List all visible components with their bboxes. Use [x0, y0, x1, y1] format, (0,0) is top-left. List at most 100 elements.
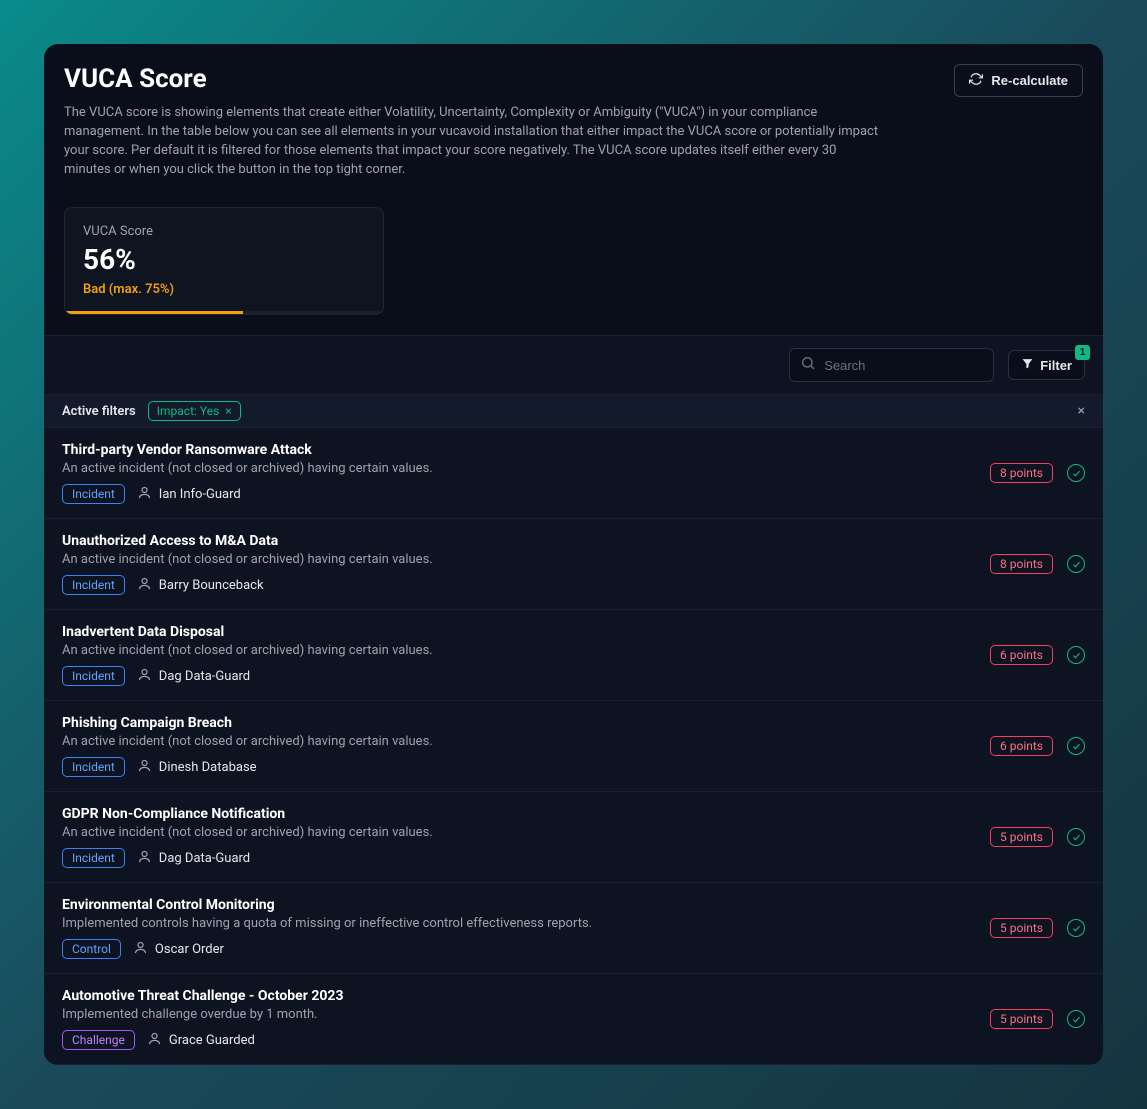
person-name: Oscar Order	[155, 942, 224, 957]
row-description: Implemented challenge overdue by 1 month…	[62, 1007, 990, 1022]
row-person: Oscar Order	[133, 940, 224, 959]
table-row[interactable]: Unauthorized Access to M&A Data An activ…	[44, 519, 1103, 610]
row-description: An active incident (not closed or archiv…	[62, 825, 990, 840]
person-name: Barry Bounceback	[159, 578, 264, 593]
header-left: VUCA Score The VUCA score is showing ele…	[64, 64, 954, 179]
row-meta: Control Oscar Order	[62, 939, 990, 959]
row-person: Grace Guarded	[147, 1031, 255, 1050]
person-icon	[147, 1031, 162, 1050]
points-chip: 5 points	[990, 827, 1053, 847]
person-name: Dinesh Database	[159, 760, 257, 775]
search-input-wrap[interactable]	[789, 348, 994, 382]
person-icon	[137, 576, 152, 595]
filter-chip-impact[interactable]: Impact: Yes ×	[148, 401, 241, 421]
row-person: Dinesh Database	[137, 758, 257, 777]
row-description: An active incident (not closed or archiv…	[62, 734, 990, 749]
points-chip: 6 points	[990, 645, 1053, 665]
person-icon	[137, 667, 152, 686]
table-toolbar: Filter 1	[44, 336, 1103, 394]
status-check-icon[interactable]	[1067, 737, 1085, 755]
person-name: Dag Data-Guard	[159, 851, 250, 866]
rows-container: Third-party Vendor Ransomware Attack An …	[44, 428, 1103, 1065]
status-check-icon[interactable]	[1067, 464, 1085, 482]
row-meta: Challenge Grace Guarded	[62, 1030, 990, 1050]
row-meta: Incident Barry Bounceback	[62, 575, 990, 595]
filter-label: Filter	[1040, 358, 1072, 373]
score-label: VUCA Score	[83, 224, 365, 239]
search-input[interactable]	[824, 358, 983, 373]
row-left: GDPR Non-Compliance Notification An acti…	[62, 806, 990, 868]
filter-button[interactable]: Filter 1	[1008, 350, 1085, 380]
score-progress-fill	[65, 311, 243, 314]
row-person: Dag Data-Guard	[137, 667, 250, 686]
type-chip: Challenge	[62, 1030, 135, 1050]
row-person: Dag Data-Guard	[137, 849, 250, 868]
row-title: Environmental Control Monitoring	[62, 897, 990, 913]
row-title: Phishing Campaign Breach	[62, 715, 990, 731]
points-chip: 5 points	[990, 918, 1053, 938]
row-person: Ian Info-Guard	[137, 485, 241, 504]
row-right: 5 points	[990, 918, 1085, 938]
table-row[interactable]: Phishing Campaign Breach An active incid…	[44, 701, 1103, 792]
row-left: Automotive Threat Challenge - October 20…	[62, 988, 990, 1050]
header-row: VUCA Score The VUCA score is showing ele…	[44, 64, 1103, 179]
status-check-icon[interactable]	[1067, 555, 1085, 573]
points-chip: 6 points	[990, 736, 1053, 756]
score-status: Bad (max. 75%)	[83, 282, 365, 297]
search-icon	[800, 355, 816, 375]
table-row[interactable]: Third-party Vendor Ransomware Attack An …	[44, 428, 1103, 519]
type-chip: Incident	[62, 666, 125, 686]
row-meta: Incident Ian Info-Guard	[62, 484, 990, 504]
vuca-score-card: VUCA Score 56% Bad (max. 75%)	[64, 207, 384, 315]
active-filters-label: Active filters	[62, 404, 136, 419]
row-title: Third-party Vendor Ransomware Attack	[62, 442, 990, 458]
page-description: The VUCA score is showing elements that …	[64, 104, 884, 179]
row-title: Unauthorized Access to M&A Data	[62, 533, 990, 549]
row-description: Implemented controls having a quota of m…	[62, 916, 990, 931]
row-right: 6 points	[990, 645, 1085, 665]
active-filters-left: Active filters Impact: Yes ×	[62, 401, 241, 421]
status-check-icon[interactable]	[1067, 919, 1085, 937]
person-name: Ian Info-Guard	[159, 487, 241, 502]
score-progress-track	[65, 311, 383, 314]
table-row[interactable]: GDPR Non-Compliance Notification An acti…	[44, 792, 1103, 883]
row-left: Environmental Control Monitoring Impleme…	[62, 897, 990, 959]
row-description: An active incident (not closed or archiv…	[62, 461, 990, 476]
person-icon	[137, 758, 152, 777]
table-row[interactable]: Automotive Threat Challenge - October 20…	[44, 974, 1103, 1065]
row-right: 6 points	[990, 736, 1085, 756]
row-title: GDPR Non-Compliance Notification	[62, 806, 990, 822]
filter-chip-text: Impact: Yes	[157, 404, 220, 418]
status-check-icon[interactable]	[1067, 828, 1085, 846]
person-icon	[137, 485, 152, 504]
filter-count-badge: 1	[1075, 345, 1090, 360]
person-icon	[133, 940, 148, 959]
points-chip: 8 points	[990, 463, 1053, 483]
type-chip: Control	[62, 939, 121, 959]
row-description: An active incident (not closed or archiv…	[62, 643, 990, 658]
row-right: 8 points	[990, 463, 1085, 483]
remove-filter-icon[interactable]: ×	[225, 404, 231, 418]
row-meta: Incident Dag Data-Guard	[62, 848, 990, 868]
type-chip: Incident	[62, 848, 125, 868]
table-row[interactable]: Environmental Control Monitoring Impleme…	[44, 883, 1103, 974]
type-chip: Incident	[62, 484, 125, 504]
row-description: An active incident (not closed or archiv…	[62, 552, 990, 567]
page-title: VUCA Score	[64, 64, 924, 94]
type-chip: Incident	[62, 757, 125, 777]
score-value: 56%	[83, 243, 365, 276]
person-icon	[137, 849, 152, 868]
recalculate-button[interactable]: Re-calculate	[954, 64, 1083, 97]
row-right: 5 points	[990, 1009, 1085, 1029]
status-check-icon[interactable]	[1067, 646, 1085, 664]
active-filters-bar: Active filters Impact: Yes × ×	[44, 394, 1103, 428]
refresh-icon	[969, 72, 983, 89]
status-check-icon[interactable]	[1067, 1010, 1085, 1028]
table-row[interactable]: Inadvertent Data Disposal An active inci…	[44, 610, 1103, 701]
row-title: Automotive Threat Challenge - October 20…	[62, 988, 990, 1004]
type-chip: Incident	[62, 575, 125, 595]
clear-filters-button[interactable]: ×	[1078, 403, 1085, 419]
main-panel: VUCA Score The VUCA score is showing ele…	[44, 44, 1103, 1065]
row-meta: Incident Dag Data-Guard	[62, 666, 990, 686]
row-meta: Incident Dinesh Database	[62, 757, 990, 777]
